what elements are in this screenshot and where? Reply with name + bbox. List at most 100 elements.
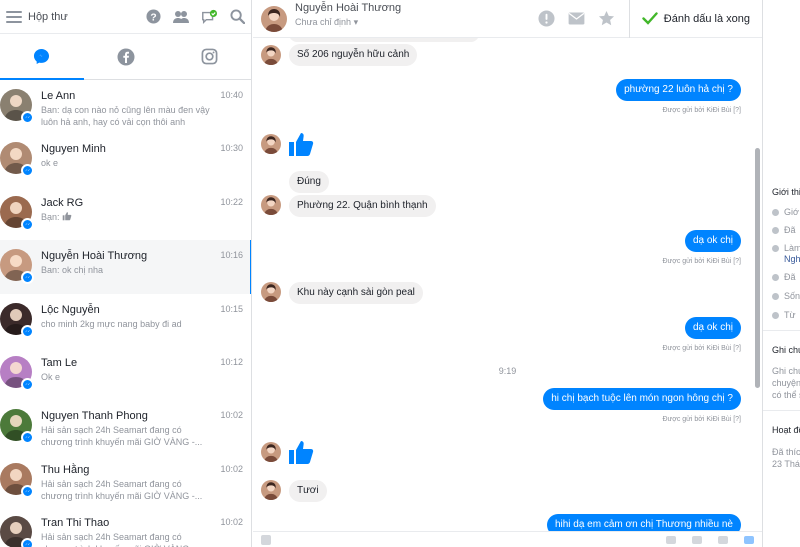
conversation-snippet: ok e [41,157,243,169]
contact-avatar-small [261,45,281,65]
message-composer[interactable] [253,531,762,547]
messenger-badge-icon [21,271,34,285]
conversation-snippet: luôn hả anh, hay có vải cọn thôi anh [41,117,186,127]
conversation-item[interactable]: Nguyễn Hoài Thương 10:16 Ban: ok chị nha [0,240,251,294]
snippet-text: Hải sản sạch 24h Seamart đang có [41,532,182,543]
mark-done-button[interactable]: Đánh dấu là xong [628,0,762,38]
thumbs-up-icon [287,130,315,161]
conversation-item[interactable]: Jack RG 10:22 Bạn: [0,187,251,240]
conversation-time: 10:02 [220,410,243,421]
snippet-text: Hải sản sạch 24h Seamart đang có [41,478,182,489]
activity-date: 23 Thá [772,459,800,469]
instagram-icon [201,48,218,65]
contact-avatar-small [261,195,281,215]
thumbs-up-icon [287,438,315,469]
tab-instagram[interactable] [167,34,251,79]
divider [763,410,800,411]
message-incoming: Tươi [289,480,327,502]
detail-link[interactable]: Nghề [784,254,800,264]
messenger-badge-icon [21,377,34,391]
sent-by-help[interactable]: [?] [733,416,741,423]
detail-item-label: Giớ [784,207,799,217]
contact-avatar-small [261,282,281,302]
chat-header: Nguyễn Hoài Thương Chưa chỉ định ▾ Đánh … [253,0,762,38]
inbox-title: Hộp thư [28,10,68,23]
conversation-sidebar: Hộp thư ? Le Ann 10:40 Ban: dạ con nào nỏ … [0,0,252,547]
detail-item: Từ [772,310,796,320]
contact-avatar-small [261,442,281,462]
tab-messenger[interactable] [0,34,84,80]
conversation-snippet: Hải sản sạch 24h Seamart đang có [41,478,243,490]
emoji-icon[interactable] [666,535,676,544]
sent-by-help[interactable]: [?] [733,258,741,265]
conversation-name: Le Ann [41,90,76,102]
tab-facebook[interactable] [84,34,168,79]
messenger-badge-icon [21,111,34,124]
detail-item-label: Làm [784,243,800,253]
sent-by-help[interactable]: [?] [733,345,741,352]
conversation-name: Jack RG [41,196,84,209]
conversation-item[interactable]: Tam Le 10:12 Ok e [0,347,251,400]
notes-text[interactable]: Ghi chú [772,365,800,377]
conversation-time: 10:40 [220,90,243,100]
message-outgoing: dạ ok chị [684,317,741,339]
alert-icon[interactable] [537,9,557,29]
message-outgoing: hihi dạ em cảm ơn chị Thương nhiều nè [546,514,741,531]
send-icon[interactable] [744,535,754,544]
messenger-icon [34,48,50,65]
conversation-item[interactable]: Le Ann 10:40 Ban: dạ con nào nỏ cũng lên m… [0,80,251,133]
attachment-icon[interactable] [261,534,271,545]
conversation-item[interactable]: Tran Thi Thao 10:02 Hải sản sạch 24h Seama… [0,507,251,547]
notes-text: có thể s [772,390,800,400]
contact-name[interactable]: Nguyễn Hoài Thương [295,2,527,14]
conversation-snippet: chương trình khuyến mãi GIỜ VÀNG -... [41,543,243,547]
contact-avatar-small [261,134,281,154]
thread-scrollbar[interactable] [755,148,760,388]
message-incoming: Số 206 nguyễn hữu cảnh [289,44,418,66]
thumbs-up-icon [60,211,73,222]
conversation-item[interactable]: Thu Hằng 10:02 Hải sản sạch 24h Seamart đa… [0,454,251,507]
conversation-time: 10:02 [220,517,243,528]
messenger-badge-icon [21,217,34,231]
conversation-item[interactable]: Nguyen Thanh Phong 10:02 Hải sản sạch 24h … [0,400,251,453]
search-icon[interactable] [229,9,245,25]
assign-dropdown[interactable]: Chưa chỉ định ▾ [295,17,527,28]
conversation-time: 10:22 [220,196,243,207]
conversation-item[interactable]: Lộc Nguyễn 10:15 cho minh 2kg mực nang bab… [0,294,251,347]
mail-icon[interactable] [567,9,587,29]
conversation-name: Nguyen Minh [41,143,106,156]
snippet-text: cho minh 2kg mực nang baby đi ad [41,318,182,329]
gif-icon[interactable] [692,535,702,544]
conversation-snippet: Hải sản sạch 24h Seamart đang có [41,424,243,436]
conversation-time: 10:02 [220,463,243,474]
detail-item-label: Từ [784,310,796,320]
conversation-name: Lộc Nguyễn [41,303,100,316]
sticker-icon[interactable] [718,535,728,544]
contact-details-panel: Giới thi Giớ Đã Làm Nghề Đã Sốn Từ Ghi c… [762,0,800,547]
people-icon[interactable] [173,9,189,25]
menu-icon[interactable] [6,10,22,23]
conversation-time: 10:30 [220,143,243,154]
help-icon[interactable]: ? [145,9,161,25]
sent-by-help[interactable]: [?] [733,107,741,114]
conversation-item[interactable]: Nguyen Minh 10:30 ok e [0,133,251,186]
notes-section-title: Ghi chú [772,345,800,355]
conversation-name: Nguyen Thanh Phong [41,410,148,423]
messenger-badge-icon [21,164,34,178]
conversation-snippet: Hải sản sạch 24h Seamart đang có [41,531,243,543]
activity-section-title: Hoạt độ [772,425,800,435]
activity-text: Đã thíc [772,447,800,457]
message-outgoing: phường 22 luôn hả chị ? [616,79,741,101]
chat-check-icon[interactable] [201,9,217,25]
sent-by-text: Được gửi bởi KiĐi Bùi [662,345,732,352]
detail-item-label: Sốn [784,291,800,301]
snippet-text: Bạn: [41,211,60,222]
conversation-snippet: Ban: ok chị nha [41,264,243,276]
sent-by-label: Được gửi bởi KiĐi Bùi [?] [663,345,742,352]
contact-avatar[interactable] [261,5,287,32]
messenger-badge-icon [21,484,34,498]
star-icon[interactable] [597,9,617,29]
conversation-snippet: Bạn: [41,211,243,223]
svg-text:?: ? [150,12,156,23]
sent-by-text: Được gửi bởi KiĐi Bùi [662,258,732,265]
